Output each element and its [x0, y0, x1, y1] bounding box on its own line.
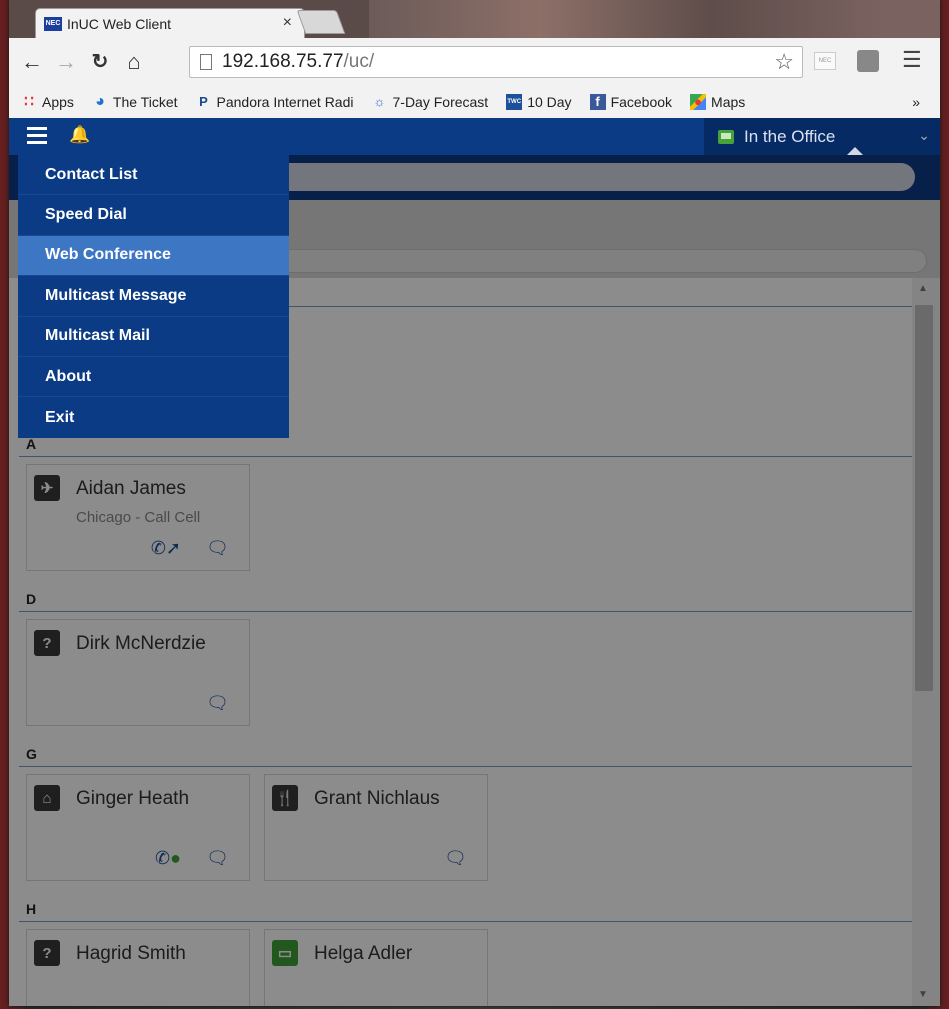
desktop-status-icon: [718, 129, 734, 144]
menu-item-contact-list[interactable]: Contact List: [18, 155, 289, 196]
home-icon[interactable]: ⌂: [117, 49, 151, 75]
page-icon: [200, 54, 212, 70]
bookmark-the-ticket[interactable]: ◕ The Ticket: [92, 92, 178, 110]
hamburger-menu-icon[interactable]: [27, 127, 47, 145]
bookmark-facebook[interactable]: f Facebook: [589, 93, 673, 110]
bookmark-label: 10 Day: [527, 93, 572, 110]
menu-item-multicast-message[interactable]: Multicast Message: [18, 276, 289, 317]
browser-tab[interactable]: NEC InUC Web Client ×: [35, 8, 305, 38]
new-tab-button[interactable]: [296, 10, 346, 34]
extension-icon[interactable]: [857, 50, 879, 72]
browser-window: NEC InUC Web Client × ← → ↻ ⌂ 192.168.75…: [9, 0, 940, 1006]
bookmark-pandora[interactable]: P Pandora Internet Radi: [196, 93, 354, 110]
menu-item-multicast-mail[interactable]: Multicast Mail: [18, 317, 289, 357]
bell-icon[interactable]: 🔔: [69, 125, 90, 145]
maps-icon: ●: [690, 93, 707, 110]
bookmark-maps[interactable]: ● Maps: [690, 93, 746, 110]
chrome-menu-icon[interactable]: ☰: [902, 47, 922, 73]
back-arrow-icon[interactable]: ←: [15, 49, 49, 75]
menu-item-speed-dial[interactable]: Speed Dial: [18, 195, 289, 236]
presence-status-selector[interactable]: In the Office ⌄: [704, 118, 940, 155]
weather-channel-icon: TWC: [506, 93, 523, 110]
reload-icon[interactable]: ↻: [83, 49, 117, 74]
bookmark-label: The Ticket: [112, 93, 178, 110]
status-label: In the Office: [744, 126, 836, 146]
desktop-background: [369, 0, 940, 38]
pandora-icon: P: [199, 93, 208, 109]
menu-item-web-conference[interactable]: Web Conference: [18, 235, 289, 277]
chevron-down-icon: ⌄: [918, 127, 930, 143]
bookmark-label: 7-Day Forecast: [392, 93, 489, 110]
bookmark-label: Pandora Internet Radi: [216, 93, 354, 110]
facebook-icon: f: [589, 93, 606, 110]
bookmarks-more-icon[interactable]: »: [912, 94, 920, 110]
bookmark-apps[interactable]: ∷ Apps: [21, 92, 74, 110]
inuc-app: 🔔 In the Office ⌄ A ✈ Aidan James Chicag…: [9, 118, 940, 1006]
nec-favicon-icon: NEC: [44, 16, 62, 31]
bookmark-10-day[interactable]: TWC 10 Day: [506, 93, 572, 110]
url-host: 192.168.75.77: [222, 51, 344, 72]
url-path: /uc/: [343, 51, 375, 72]
browser-toolbar: ← → ↻ ⌂ 192.168.75.77/uc/ ☆ NEC ☰: [9, 38, 940, 85]
bookmark-label: Apps: [42, 93, 74, 110]
tab-close-icon[interactable]: ×: [283, 14, 292, 32]
weather-icon: ☼: [373, 93, 386, 109]
app-header: 🔔 In the Office ⌄: [9, 118, 940, 155]
address-bar[interactable]: 192.168.75.77/uc/ ☆: [189, 46, 803, 78]
navigation-menu: Contact List Speed Dial Web Conference M…: [18, 155, 289, 438]
bookmark-label: Facebook: [610, 93, 673, 110]
status-pointer: [847, 147, 863, 155]
menu-item-about[interactable]: About: [18, 357, 289, 398]
bookmark-7-day-forecast[interactable]: ☼ 7-Day Forecast: [372, 94, 489, 110]
bookmarks-bar: ∷ Apps ◕ The Ticket P Pandora Internet R…: [9, 85, 940, 118]
bookmark-label: Maps: [711, 93, 746, 110]
nec-extension-icon[interactable]: NEC: [814, 52, 836, 70]
forward-arrow-icon[interactable]: →: [49, 49, 83, 75]
the-ticket-icon: ◕: [95, 92, 105, 110]
apps-grid-icon: ∷: [24, 92, 34, 110]
bookmark-star-icon[interactable]: ☆: [774, 49, 794, 75]
menu-item-exit[interactable]: Exit: [18, 397, 289, 437]
tab-title: InUC Web Client: [67, 15, 172, 32]
tab-strip: NEC InUC Web Client ×: [9, 0, 940, 38]
